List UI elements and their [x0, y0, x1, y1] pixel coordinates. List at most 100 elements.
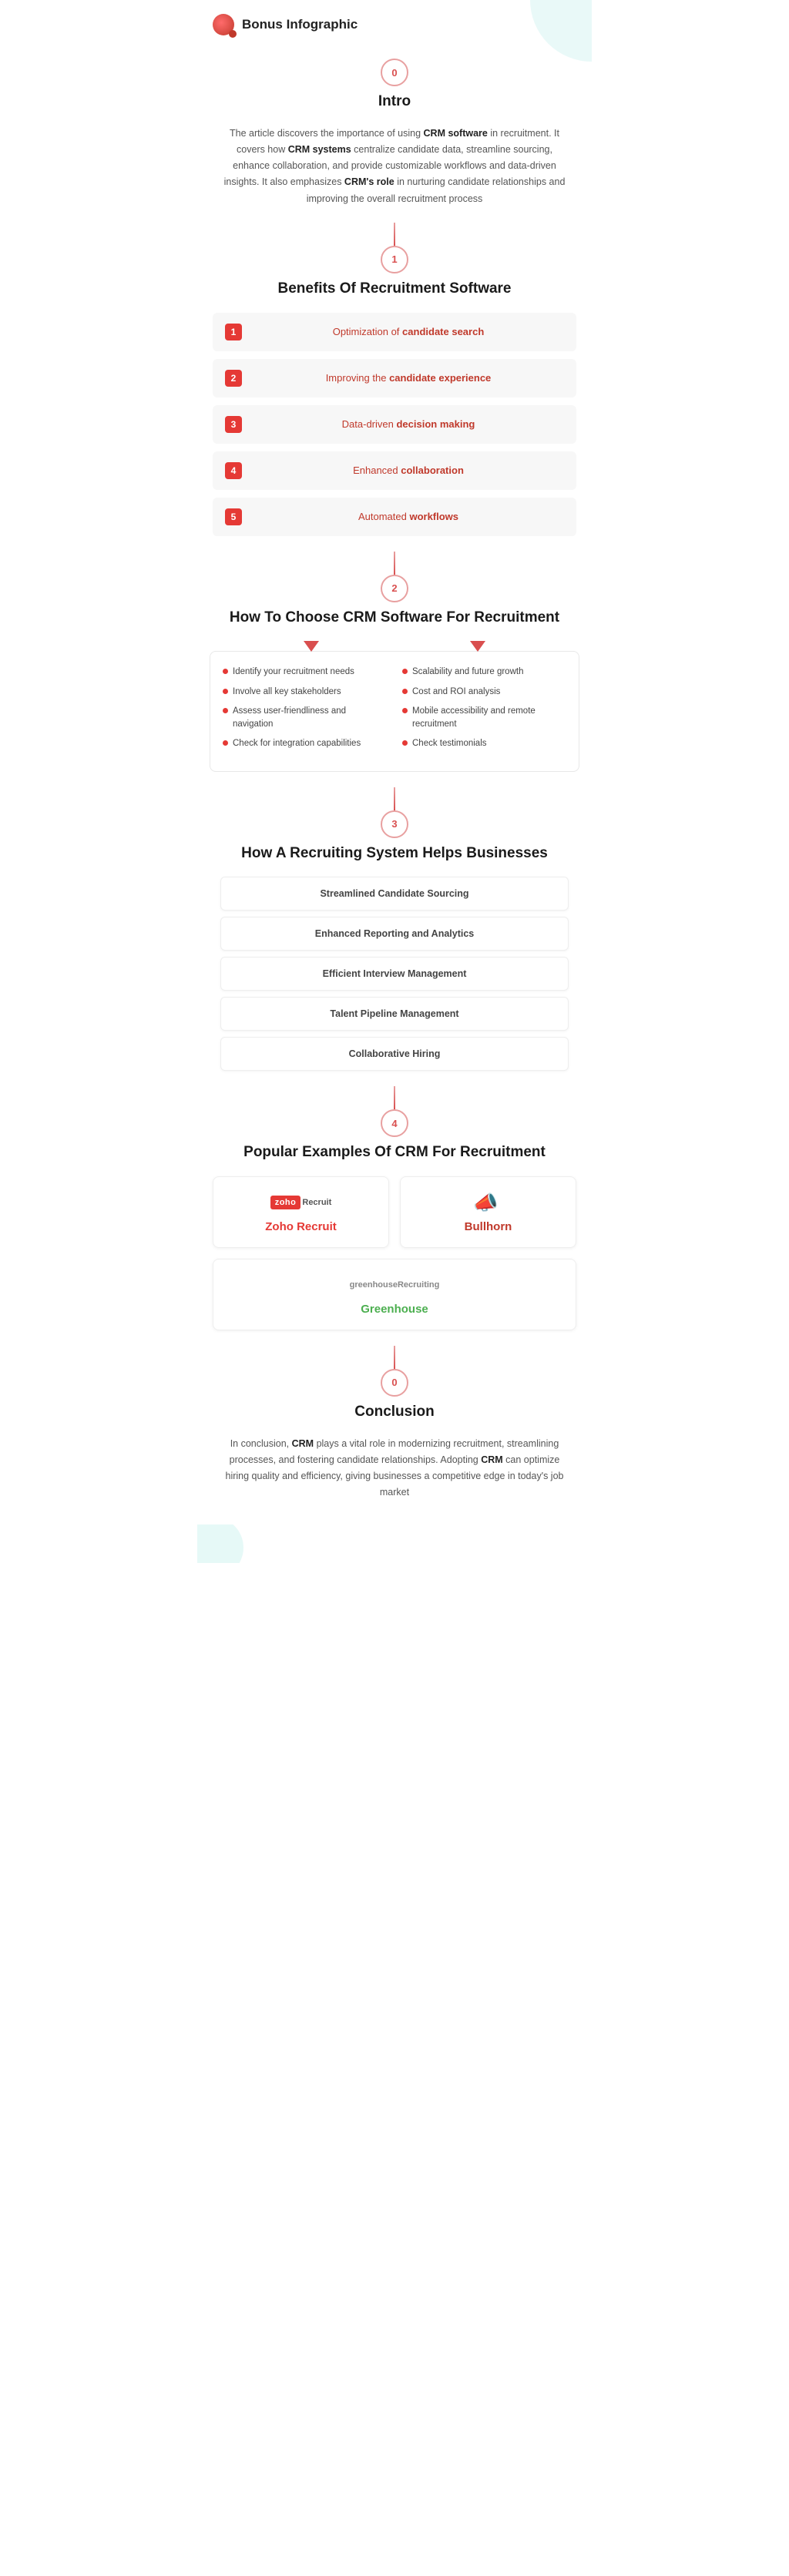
page-wrapper: Bonus Infographic 0 Intro The article di… [197, 0, 592, 1594]
teal-decoration [530, 0, 592, 62]
conclusion-text: In conclusion, CRM plays a vital role in… [220, 1436, 569, 1501]
bullet-8 [402, 740, 408, 746]
bullet-6 [402, 689, 408, 694]
benefit-num-2: 2 [225, 370, 242, 387]
benefit-text-2: Improving the candidate experience [253, 372, 564, 384]
example-card-bullhorn: 📣 Bullhorn [400, 1176, 576, 1248]
benefit-item-4: 4 Enhanced collaboration [213, 451, 576, 490]
bullhorn-logo-container: 📣 [473, 1191, 504, 1214]
down-arrow-right [470, 641, 485, 652]
helps-list: Streamlined Candidate Sourcing Enhanced … [197, 877, 592, 1071]
bullhorn-name: Bullhorn [465, 1220, 512, 1233]
helps-item-3: Efficient Interview Management [220, 957, 569, 991]
bullhorn-icon: 📣 [473, 1191, 504, 1214]
zoho-recruit-label: Recruit [302, 1198, 331, 1207]
helps-item-5: Collaborative Hiring [220, 1037, 569, 1071]
step-line-3 [394, 787, 395, 810]
benefit-item-3: 3 Data-driven decision making [213, 405, 576, 444]
choose-list-right: Scalability and future growth Cost and R… [402, 666, 566, 750]
choose-container: Identify your recruitment needs Involve … [210, 651, 579, 771]
svg-text:📣: 📣 [473, 1191, 498, 1214]
choose-item-1: Identify your recruitment needs [223, 666, 387, 679]
examples-step-circle: 4 [381, 1109, 408, 1137]
step-line-1 [394, 223, 395, 246]
helps-title: How A Recruiting System Helps Businesses [213, 844, 576, 864]
teal-circle-left [197, 1524, 243, 1563]
examples-step-connector: 4 [197, 1086, 592, 1137]
zoho-logo-badge: zoho [270, 1196, 301, 1209]
choose-item-7: Mobile accessibility and remote recruitm… [402, 705, 566, 732]
choose-title: How To Choose CRM Software For Recruitme… [213, 609, 576, 628]
choose-step-connector: 2 [197, 552, 592, 602]
choose-item-5: Scalability and future growth [402, 666, 566, 679]
choose-arrows [197, 641, 592, 652]
helps-step-circle: 3 [381, 810, 408, 838]
benefit-item-2: 2 Improving the candidate experience [213, 359, 576, 397]
choose-item-6: Cost and ROI analysis [402, 686, 566, 699]
choose-item-8: Check testimonials [402, 737, 566, 750]
step-line-5 [394, 1346, 395, 1369]
bullet-1 [223, 669, 228, 674]
choose-item-3: Assess user-friendliness and navigation [223, 705, 387, 732]
intro-text: The article discovers the importance of … [220, 126, 569, 207]
choose-item-4: Check for integration capabilities [223, 737, 387, 750]
bullet-7 [402, 708, 408, 713]
example-card-greenhouse: greenhouseRecruiting Greenhouse [213, 1259, 576, 1330]
intro-step-connector: 0 [197, 59, 592, 86]
helps-item-4: Talent Pipeline Management [220, 997, 569, 1031]
examples-title: Popular Examples Of CRM For Recruitment [213, 1143, 576, 1162]
choose-col-left: Identify your recruitment needs Involve … [223, 666, 387, 756]
benefits-title: Benefits Of Recruitment Software [213, 280, 576, 299]
benefit-text-4: Enhanced collaboration [253, 465, 564, 476]
intro-bold-1: CRM software [424, 128, 488, 139]
choose-step-circle: 2 [381, 575, 408, 602]
benefit-text-3: Data-driven decision making [253, 418, 564, 430]
benefits-step-connector: 1 [197, 223, 592, 273]
step-line-4 [394, 1086, 395, 1109]
benefit-item-1: 1 Optimization of candidate search [213, 313, 576, 351]
greenhouse-logo-container: greenhouseRecruiting [350, 1273, 440, 1296]
example-card-zoho: zoho Recruit Zoho Recruit [213, 1176, 389, 1248]
bullet-4 [223, 740, 228, 746]
greenhouse-logo-bold: greenhouse [350, 1280, 398, 1290]
intro-title: Intro [213, 92, 576, 112]
conclusion-bold-2: CRM [481, 1454, 502, 1465]
conclusion-step-connector: 0 [197, 1346, 592, 1397]
intro-bold-2: CRM systems [288, 144, 351, 155]
benefit-num-5: 5 [225, 508, 242, 525]
header: Bonus Infographic [197, 0, 592, 43]
greenhouse-logo-text: greenhouseRecruiting [350, 1280, 440, 1290]
intro-step-circle: 0 [381, 59, 408, 86]
bottom-decoration [197, 1524, 592, 1563]
header-title: Bonus Infographic [242, 17, 358, 32]
conclusion-step-circle: 0 [381, 1369, 408, 1397]
choose-col-right: Scalability and future growth Cost and R… [402, 666, 566, 756]
examples-grid: zoho Recruit Zoho Recruit 📣 Bullhorn [197, 1176, 592, 1248]
benefit-num-4: 4 [225, 462, 242, 479]
benefit-item-5: 5 Automated workflows [213, 498, 576, 536]
step-line-2 [394, 552, 395, 575]
helps-step-connector: 3 [197, 787, 592, 838]
greenhouse-name: Greenhouse [361, 1303, 428, 1316]
benefit-num-3: 3 [225, 416, 242, 433]
bullet-3 [223, 708, 228, 713]
helps-item-2: Enhanced Reporting and Analytics [220, 917, 569, 951]
conclusion-bold-1: CRM [292, 1438, 314, 1449]
helps-item-1: Streamlined Candidate Sourcing [220, 877, 569, 911]
choose-cols: Identify your recruitment needs Involve … [210, 652, 579, 770]
benefit-text-1: Optimization of candidate search [253, 326, 564, 337]
benefit-num-1: 1 [225, 324, 242, 340]
zoho-name: Zoho Recruit [265, 1220, 337, 1233]
down-arrow-left [304, 641, 319, 652]
logo-icon [213, 14, 234, 35]
benefit-text-5: Automated workflows [253, 511, 564, 522]
bullet-2 [223, 689, 228, 694]
bullet-5 [402, 669, 408, 674]
intro-bold-3: CRM's role [344, 176, 394, 187]
benefits-list: 1 Optimization of candidate search 2 Imp… [197, 313, 592, 536]
choose-item-2: Involve all key stakeholders [223, 686, 387, 699]
zoho-logo-container: zoho Recruit [270, 1191, 332, 1214]
benefits-step-circle: 1 [381, 246, 408, 273]
conclusion-title: Conclusion [213, 1403, 576, 1422]
choose-list-left: Identify your recruitment needs Involve … [223, 666, 387, 750]
